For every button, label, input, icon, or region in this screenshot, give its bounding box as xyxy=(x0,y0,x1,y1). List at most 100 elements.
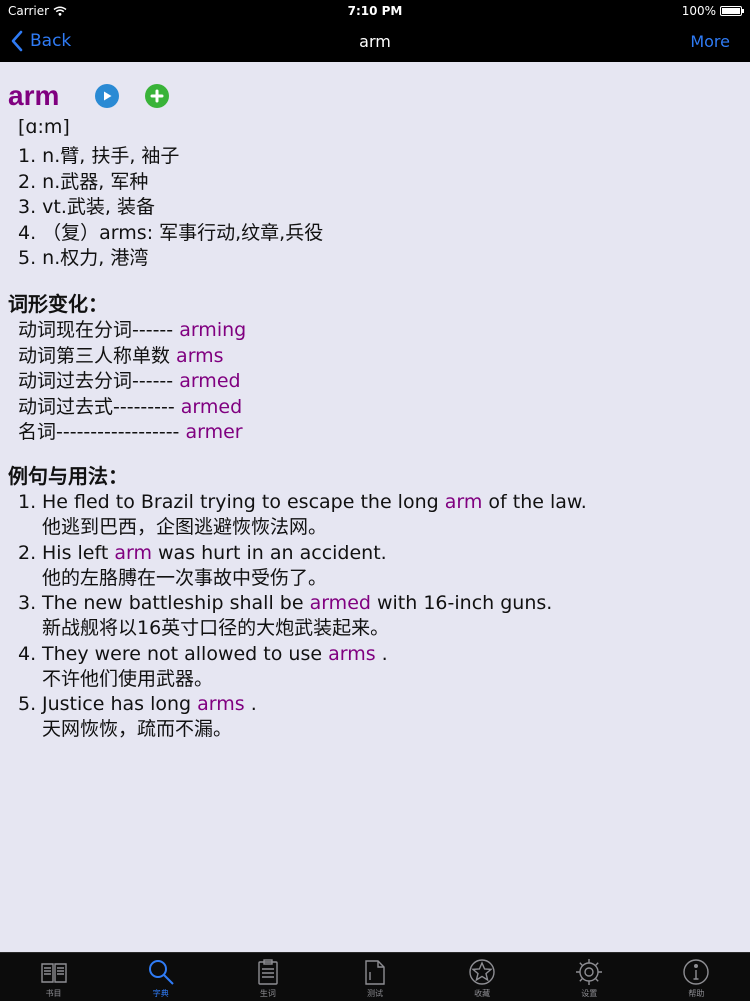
example-text: with 16-inch guns. xyxy=(370,592,553,614)
example-list: 1. He fled to Brazil trying to escape th… xyxy=(18,490,587,743)
back-button[interactable]: Back xyxy=(10,30,71,52)
word-form-label: 名词------------------ xyxy=(18,421,186,443)
tab-vocabulary[interactable]: 生词 xyxy=(214,953,321,1001)
example-number: 4. xyxy=(18,642,37,665)
examples-section-title: 例句与用法： xyxy=(8,464,128,488)
word-form-item: 名词------------------ armer xyxy=(18,420,246,446)
status-bar: Carrier 7:10 PM 100% xyxy=(0,0,750,22)
word-form-label: 动词第三人称单数 xyxy=(18,344,177,367)
book-icon xyxy=(40,963,67,983)
example-keyword: arms xyxy=(328,642,376,665)
example-translation: 他的左胳膊在一次事故中受伤了。 xyxy=(42,566,328,589)
word-form-item: 动词现在分词------ arming xyxy=(18,318,246,344)
example-number: 2. xyxy=(18,541,37,564)
example-item: 3. The new battleship shall be armed wit… xyxy=(18,591,587,642)
star-icon xyxy=(469,959,495,985)
example-number: 3. xyxy=(18,592,37,614)
play-pronunciation-button[interactable] xyxy=(95,84,120,108)
word-forms-list: 动词现在分词------ arming 动词第三人称单数 arms 动词过去分词… xyxy=(18,318,246,446)
navigation-bar: Back arm More xyxy=(0,22,750,62)
example-english: The new battleship shall be armed with 1… xyxy=(42,591,552,616)
play-icon xyxy=(104,91,112,101)
example-text: of the law. xyxy=(482,491,587,513)
plus-icon xyxy=(150,89,164,103)
word-form-value: armed xyxy=(180,395,243,418)
example-english: He fled to Brazil trying to escape the l… xyxy=(42,490,587,515)
definition-item: 3. vt.武装, 装备 xyxy=(18,196,155,218)
word-form-value: armed xyxy=(179,370,241,392)
example-text: The new battleship shall be xyxy=(42,592,310,614)
tab-help[interactable]: 帮助 xyxy=(643,953,750,1001)
clipboard-icon xyxy=(258,959,278,985)
example-text: His left xyxy=(42,541,115,564)
example-text: Justice has long xyxy=(42,693,198,715)
word-form-label: 动词现在分词------ xyxy=(18,319,180,341)
page-title: arm xyxy=(359,32,391,51)
example-text: They were not allowed to use xyxy=(42,642,329,665)
example-translation: 不许他们使用武器。 xyxy=(42,667,214,690)
example-keyword: arms xyxy=(197,693,245,715)
example-text: . xyxy=(244,693,257,715)
example-number: 5. xyxy=(18,693,37,715)
tab-label: 测试 xyxy=(366,989,383,998)
chevron-left-icon xyxy=(11,30,23,52)
word-form-item: 动词过去分词------ armed xyxy=(18,369,246,395)
definition-item: 1. n.臂, 扶手, 袖子 xyxy=(18,145,180,167)
test-icon xyxy=(365,960,385,985)
tab-label: 书目 xyxy=(45,989,62,998)
example-english: His left arm was hurt in an accident. xyxy=(42,541,387,566)
example-keyword: arm xyxy=(114,541,152,564)
dictionary-entry: arm [ɑ:m] 1. n.臂, 扶手, 袖子 2. n.武器, 军种 3. … xyxy=(0,62,750,952)
entry-header: arm xyxy=(8,80,170,112)
example-text: was hurt in an accident. xyxy=(151,541,387,564)
definition-list: 1. n.臂, 扶手, 袖子 2. n.武器, 军种 3. vt.武装, 装备 … xyxy=(18,144,323,272)
word-form-item: 动词第三人称单数 arms xyxy=(18,344,246,370)
status-time: 7:10 PM xyxy=(347,4,403,18)
headword: arm xyxy=(8,80,60,111)
tab-settings[interactable]: 设置 xyxy=(536,953,643,1001)
tab-label: 字典 xyxy=(152,989,169,998)
word-form-label: 动词过去式--------- xyxy=(18,395,181,418)
example-text: . xyxy=(375,642,388,665)
example-text: He fled to Brazil trying to escape the l… xyxy=(42,491,445,513)
word-form-label: 动词过去分词------ xyxy=(18,370,180,392)
definition-item: 5. n.权力, 港湾 xyxy=(18,247,149,269)
example-english: Justice has long arms . xyxy=(42,692,257,717)
example-keyword: arm xyxy=(444,491,483,513)
tab-favorites[interactable]: 收藏 xyxy=(429,953,536,1001)
example-item: 4. They were not allowed to use arms . 不… xyxy=(18,642,587,693)
battery-percent: 100% xyxy=(681,4,716,18)
tab-bar: 书目 字典 生词 测试 收藏 设置 帮助 xyxy=(0,952,750,1001)
gear-icon xyxy=(576,959,603,985)
example-number: 1. xyxy=(18,491,37,513)
example-translation: 新战舰将以16英寸口径的大炮武装起来。 xyxy=(42,617,390,639)
example-item: 2. His left arm was hurt in an accident.… xyxy=(18,541,587,592)
info-icon xyxy=(683,959,710,985)
word-form-value: arming xyxy=(179,319,247,341)
word-form-value: armer xyxy=(185,421,243,443)
search-icon xyxy=(148,960,174,985)
add-to-wordlist-button[interactable] xyxy=(145,84,170,108)
back-button-label: Back xyxy=(30,31,72,51)
phonetic: [ɑ:m] xyxy=(18,116,70,138)
definition-item: 4. （复）arms: 军事行动,纹章,兵役 xyxy=(18,221,324,244)
tab-test[interactable]: 测试 xyxy=(321,953,428,1001)
example-translation: 他逃到巴西，企图逃避恢恢法网。 xyxy=(42,516,328,538)
tab-label: 帮助 xyxy=(688,989,705,998)
word-form-item: 动词过去式--------- armed xyxy=(18,395,246,421)
example-keyword: armed xyxy=(309,592,371,614)
tab-dictionary[interactable]: 字典 xyxy=(107,953,214,1001)
tab-label: 设置 xyxy=(581,989,598,998)
example-translation: 天网恢恢，疏而不漏。 xyxy=(42,718,233,740)
more-button[interactable]: More xyxy=(690,32,730,51)
example-item: 5. Justice has long arms . 天网恢恢，疏而不漏。 xyxy=(18,692,587,743)
forms-section-title: 词形变化： xyxy=(8,292,108,316)
tab-books[interactable]: 书目 xyxy=(0,953,107,1001)
battery-icon xyxy=(720,6,744,16)
example-item: 1. He fled to Brazil trying to escape th… xyxy=(18,490,587,541)
word-form-value: arms xyxy=(176,344,224,367)
battery-indicator: 100% xyxy=(681,4,744,18)
definition-item: 2. n.武器, 军种 xyxy=(18,170,149,193)
tab-label: 生词 xyxy=(259,989,276,998)
tab-label: 收藏 xyxy=(474,989,491,998)
